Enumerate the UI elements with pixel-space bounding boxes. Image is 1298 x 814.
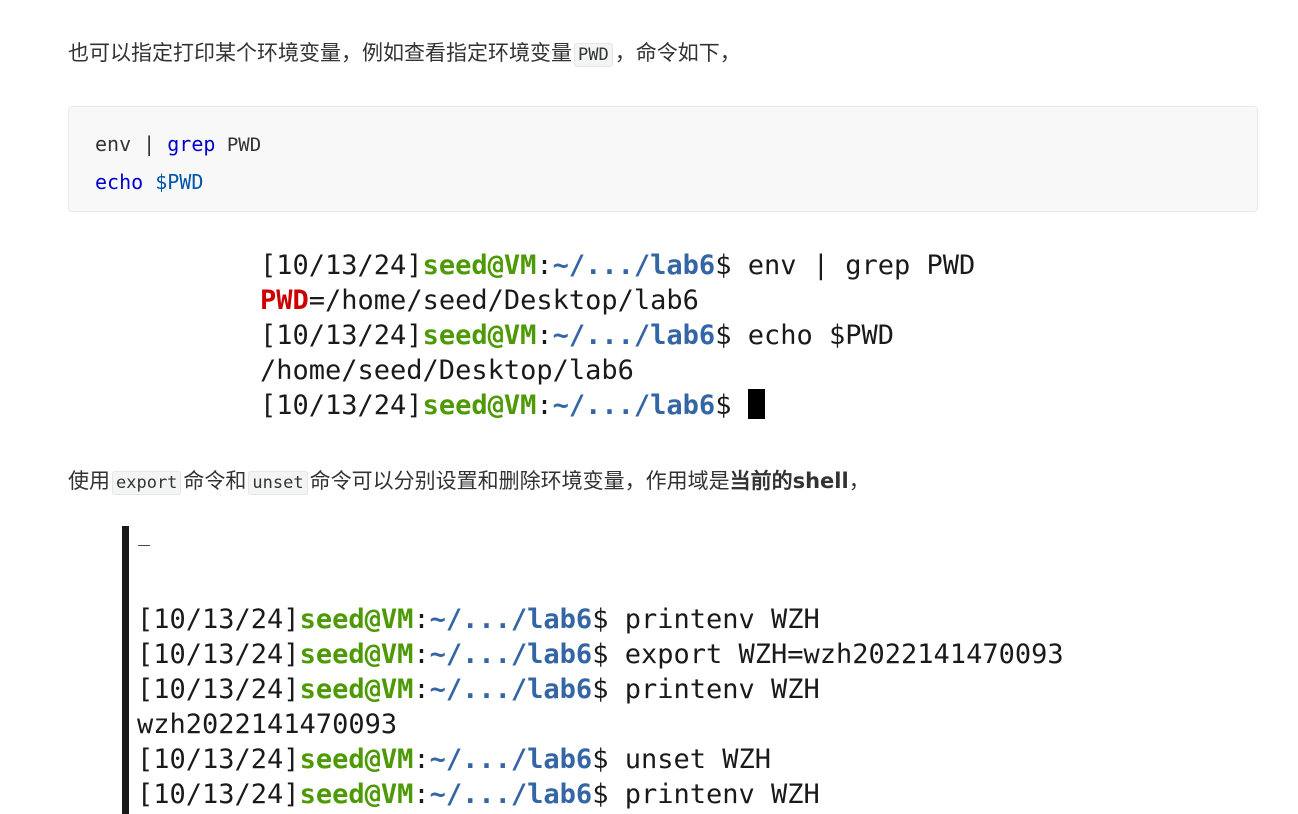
prompt-colon: :	[536, 320, 553, 351]
code-token-pipe: |	[131, 132, 168, 156]
paragraph-text: ，	[848, 469, 870, 493]
prompt-date: [10/13/24]	[137, 604, 300, 635]
prompt-user: seed@VM	[299, 744, 414, 775]
prompt-date: [10/13/24]	[137, 744, 300, 775]
prompt-colon: :	[413, 744, 430, 775]
prompt-dollar: $	[715, 250, 748, 281]
prompt-user: seed@VM	[299, 674, 414, 705]
prompt-user: seed@VM	[299, 779, 414, 810]
prompt-path: ~/.../lab6	[429, 604, 593, 635]
terminal-line: [10/13/24]seed@VM:~/.../lab6$	[260, 388, 975, 423]
prompt-colon: :	[413, 674, 430, 705]
prompt-path: ~/.../lab6	[552, 390, 716, 421]
code-token-var: $PWD	[155, 170, 204, 194]
prompt-user: seed@VM	[422, 320, 537, 351]
prompt-path: ~/.../lab6	[429, 639, 593, 670]
terminal-screenshot-export: _ [10/13/24]seed@VM:~/.../lab6$ printenv…	[122, 522, 1064, 814]
code-token-echo: echo	[95, 170, 144, 194]
prompt-user: seed@VM	[422, 250, 537, 281]
prompt-dollar: $	[592, 604, 625, 635]
inline-code-export: export	[112, 471, 182, 495]
prompt-colon: :	[536, 390, 553, 421]
terminal-command: env | grep PWD	[747, 250, 976, 281]
prompt-dollar: $	[715, 390, 748, 421]
env-value: =/home/seed/Desktop/lab6	[308, 285, 699, 316]
prompt-colon: :	[413, 779, 430, 810]
terminal-cursor	[747, 389, 765, 419]
terminal-line: PWD=/home/seed/Desktop/lab6	[260, 283, 975, 318]
prompt-colon: :	[413, 639, 430, 670]
code-line-2: echo $PWD	[95, 163, 1231, 201]
prompt-dollar: $	[715, 320, 748, 351]
terminal-line: /home/seed/Desktop/lab6	[260, 353, 975, 388]
code-block[interactable]: env | grep PWD echo $PWD	[68, 106, 1258, 212]
terminal-output: /home/seed/Desktop/lab6	[260, 355, 634, 386]
terminal-line: [10/13/24]seed@VM:~/.../lab6$ printenv W…	[137, 602, 1064, 637]
prompt-user: seed@VM	[422, 390, 537, 421]
prompt-colon: :	[536, 250, 553, 281]
code-token-env: env	[95, 132, 132, 156]
paragraph-env-specific: 也可以指定打印某个环境变量，例如查看指定环境变量 PWD ，命令如下，	[68, 38, 741, 70]
terminal-line: [10/13/24]seed@VM:~/.../lab6$ unset WZH	[137, 742, 1064, 777]
terminal-line: [10/13/24]seed@VM:~/.../lab6$ echo $PWD	[260, 318, 975, 353]
prompt-user: seed@VM	[299, 639, 414, 670]
terminal-command: printenv WZH	[624, 604, 820, 635]
prompt-date: [10/13/24]	[260, 390, 423, 421]
paragraph-text: 命令和	[183, 469, 247, 493]
terminal-line: [10/13/24]seed@VM:~/.../lab6$ printenv W…	[137, 777, 1064, 812]
bold-current-shell: 当前的shell	[729, 469, 849, 493]
prompt-path: ~/.../lab6	[429, 744, 593, 775]
paragraph-text: 使用	[68, 469, 110, 493]
code-token-grep: grep	[167, 132, 216, 156]
prompt-path: ~/.../lab6	[429, 674, 593, 705]
prompt-dollar: $	[592, 779, 625, 810]
terminal-command: echo $PWD	[747, 320, 895, 351]
code-line-1: env | grep PWD	[95, 125, 1231, 163]
paragraph-export-unset: 使用 export 命令和 unset 命令可以分别设置和删除环境变量，作用域是当前的s…	[68, 466, 870, 498]
prompt-user: seed@VM	[299, 604, 414, 635]
inline-code-unset: unset	[248, 471, 308, 495]
prompt-date: [10/13/24]	[137, 779, 300, 810]
terminal-command: printenv WZH	[624, 674, 820, 705]
prompt-path: ~/.../lab6	[429, 779, 593, 810]
terminal-line: [10/13/24]seed@VM:~/.../lab6$ export WZH…	[137, 637, 1064, 672]
paragraph-text: 命令可以分别设置和删除环境变量，作用域是	[309, 469, 730, 493]
prompt-date: [10/13/24]	[137, 639, 300, 670]
prompt-date: [10/13/24]	[260, 320, 423, 351]
terminal-line: [10/13/24]seed@VM:~/.../lab6$ env | grep…	[260, 248, 975, 283]
prompt-dollar: $	[592, 674, 625, 705]
terminal-command: unset WZH	[624, 744, 772, 775]
prompt-date: [10/13/24]	[137, 674, 300, 705]
prompt-path: ~/.../lab6	[552, 250, 716, 281]
terminal-line: [10/13/24]seed@VM:~/.../lab6$ printenv W…	[137, 672, 1064, 707]
prompt-date: [10/13/24]	[260, 250, 423, 281]
code-token-arg: PWD	[215, 134, 262, 156]
prompt-dollar: $	[592, 744, 625, 775]
paragraph-text: 也可以指定打印某个环境变量，例如查看指定环境变量	[68, 41, 572, 65]
terminal-output: wzh2022141470093	[137, 709, 398, 740]
prompt-colon: :	[413, 604, 430, 635]
terminal-top-mark: _	[138, 522, 151, 546]
terminal-command: printenv WZH	[624, 779, 820, 810]
env-name: PWD	[260, 285, 309, 316]
terminal-line: wzh2022141470093	[137, 707, 1064, 742]
inline-code-pwd: PWD	[574, 43, 613, 67]
terminal-command: export WZH=wzh2022141470093	[624, 639, 1064, 670]
paragraph-text: ，命令如下，	[614, 41, 741, 65]
prompt-path: ~/.../lab6	[552, 320, 716, 351]
terminal-screenshot-pwd: [10/13/24]seed@VM:~/.../lab6$ env | grep…	[260, 248, 976, 423]
prompt-dollar: $	[592, 639, 625, 670]
